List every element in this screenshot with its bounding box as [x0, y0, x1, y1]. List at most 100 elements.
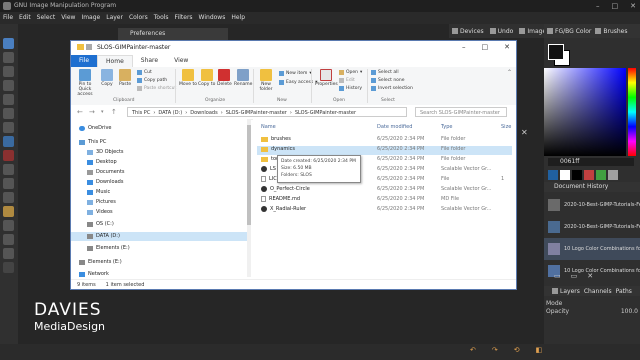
nav-3d-objects[interactable]: 3D Objects [87, 149, 124, 155]
column-header-name[interactable]: Name [261, 124, 276, 130]
nav-scrollbar-thumb[interactable] [247, 125, 251, 225]
minimize-button[interactable]: – [596, 0, 600, 12]
move-tool-icon[interactable] [3, 38, 14, 49]
menu-filters[interactable]: Filters [175, 12, 193, 24]
file-row[interactable]: X_Radial-Ruler 6/25/2020 2:34 PM Scalabl… [257, 206, 512, 215]
dodge-tool-icon[interactable] [3, 206, 14, 217]
undo-arrow-icon[interactable]: ↶ [470, 346, 476, 360]
nav-onedrive[interactable]: OneDrive [79, 125, 112, 131]
menu-windows[interactable]: Windows [199, 12, 226, 24]
address-bar[interactable]: This PC › DATA (D:) › Downloads › SLOS-GIMP… [127, 107, 407, 117]
fuzzy-select-tool-icon[interactable] [3, 80, 14, 91]
tab-paths[interactable]: Paths [616, 288, 632, 295]
tab-fg-bg-color[interactable]: FG/BG Color [547, 28, 591, 35]
clone-tool-icon[interactable] [3, 178, 14, 189]
breadcrumb-subfolder[interactable]: SLOS-GIMPainter-master [295, 108, 356, 116]
breadcrumb-data-drive[interactable]: DATA (D:) [158, 108, 182, 116]
recent-color-swatch[interactable] [572, 170, 582, 180]
delete-button[interactable]: Delete [217, 69, 232, 87]
recent-color-swatch[interactable] [548, 170, 558, 180]
redo-arrow-icon[interactable]: ↷ [492, 346, 498, 360]
ribbon-tab-share[interactable]: Share [133, 55, 166, 67]
document-history-item[interactable]: 10 Logo Color Combinations for C [544, 238, 640, 260]
copy-path-button[interactable]: Copy path [137, 78, 167, 83]
column-header-type[interactable]: Type [441, 124, 452, 130]
ribbon-tab-view[interactable]: View [166, 55, 196, 67]
ribbon-tab-file[interactable]: File [71, 55, 98, 67]
new-item-button[interactable]: New item ▾ [279, 71, 312, 76]
nav-elements-e-root[interactable]: Elements (E:) [79, 259, 122, 265]
color-picker-field[interactable] [544, 68, 626, 156]
path-tool-icon[interactable] [3, 220, 14, 231]
zoom-tool-icon[interactable] [3, 248, 14, 259]
nav-desktop[interactable]: Desktop [87, 159, 117, 165]
paintbrush-tool-icon[interactable] [3, 150, 14, 161]
breadcrumb-this-pc[interactable]: This PC [132, 108, 150, 116]
bucket-fill-tool-icon[interactable] [3, 136, 14, 147]
nav-network[interactable]: Network [79, 271, 109, 277]
breadcrumb-downloads[interactable]: Downloads [190, 108, 217, 116]
open-image-icon[interactable]: ▭ [554, 272, 561, 282]
open-button[interactable]: Open ▾ [339, 70, 362, 75]
paste-button[interactable]: Paste [119, 69, 131, 87]
search-input[interactable]: Search SLOS-GIMPainter-master [415, 107, 507, 117]
document-history-item[interactable]: 2020-10-Best-GIMP-Tutorials-Feat [544, 194, 640, 216]
hue-slider[interactable] [628, 68, 636, 156]
select-all-button[interactable]: Select all [371, 70, 399, 75]
menu-tools[interactable]: Tools [154, 12, 169, 24]
properties-button[interactable]: Properties [315, 69, 338, 87]
tab-layers[interactable]: Layers [552, 288, 580, 295]
clear-history-icon[interactable]: ✕ [587, 272, 593, 282]
document-history-item[interactable]: 2020-10-Best-GIMP-Tutorials-Feat [544, 216, 640, 238]
explorer-minimize-button[interactable]: – [462, 43, 466, 51]
file-row[interactable]: O_Perfect-Circle 6/25/2020 2:34 PM Scala… [257, 186, 512, 195]
menu-file[interactable]: File [3, 12, 13, 24]
copy-button[interactable]: Copy [101, 69, 113, 87]
nav-videos[interactable]: Videos [87, 209, 113, 215]
maximize-button[interactable]: □ [612, 0, 619, 12]
eraser-tool-icon[interactable] [3, 164, 14, 175]
tab-document-history[interactable]: Document History [544, 182, 640, 192]
copy-to-button[interactable]: Copy to [198, 69, 215, 87]
select-none-button[interactable]: Select none [371, 78, 405, 83]
tab-channels[interactable]: Channels [584, 288, 612, 295]
forward-arrow-icon[interactable]: → [89, 108, 95, 116]
nav-music[interactable]: Music [87, 189, 110, 195]
menu-edit[interactable]: Edit [19, 12, 31, 24]
recent-color-swatch[interactable] [608, 170, 618, 180]
explorer-close-button[interactable]: ✕ [504, 43, 510, 51]
menu-colors[interactable]: Colors [129, 12, 148, 24]
column-header-size[interactable]: Size [501, 124, 511, 130]
explorer-maximize-button[interactable]: □ [482, 43, 489, 51]
transform-tool-icon[interactable] [3, 108, 14, 119]
column-header-date[interactable]: Date modified [377, 124, 412, 130]
file-row[interactable]: brushes 6/25/2020 2:34 PM File folder [257, 136, 512, 145]
recent-locations-icon[interactable]: ▾ [101, 109, 104, 115]
foreground-color-swatch[interactable] [548, 44, 564, 60]
tab-undo[interactable]: Undo [489, 28, 513, 35]
text-tool-icon[interactable] [3, 234, 14, 245]
menu-image[interactable]: Image [81, 12, 100, 24]
recent-color-swatch[interactable] [596, 170, 606, 180]
recent-color-swatch[interactable] [560, 170, 570, 180]
up-arrow-icon[interactable]: ↑ [111, 108, 117, 116]
paste-shortcut-button[interactable]: Paste shortcut [137, 86, 176, 91]
nav-downloads[interactable]: Downloads [87, 179, 123, 185]
opacity-row[interactable]: Opacity 100.0 [546, 308, 638, 315]
raise-image-icon[interactable]: ▭ [571, 272, 578, 282]
nav-pictures[interactable]: Pictures [87, 199, 116, 205]
back-arrow-icon[interactable]: ← [77, 108, 83, 116]
edit-button[interactable]: Edit [339, 78, 355, 83]
pin-quick-access-button[interactable]: Pin to Quick access [73, 69, 97, 97]
tab-devices[interactable]: Devices [452, 28, 484, 35]
smudge-tool-icon[interactable] [3, 192, 14, 203]
breadcrumb-folder[interactable]: SLOS-GIMPainter-master [226, 108, 287, 116]
new-folder-button[interactable]: New folder [257, 69, 275, 92]
menu-layer[interactable]: Layer [106, 12, 123, 24]
quick-access-toolbar-icon[interactable] [86, 44, 92, 50]
warp-tool-icon[interactable] [3, 122, 14, 133]
file-row[interactable]: README.md 6/25/2020 2:34 PM MD File [257, 196, 512, 205]
nav-documents[interactable]: Documents [87, 169, 125, 175]
close-icon[interactable]: ✕ [521, 128, 528, 137]
hex-color-field[interactable]: 0061ff [548, 158, 634, 166]
